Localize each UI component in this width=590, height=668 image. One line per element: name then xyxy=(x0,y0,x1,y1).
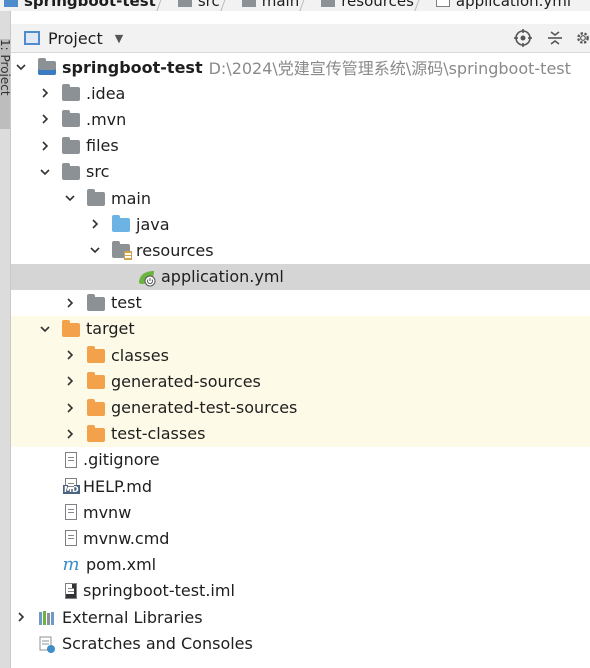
folder-icon xyxy=(62,84,80,102)
resources-folder-icon xyxy=(112,241,132,261)
folder-icon xyxy=(62,136,80,154)
collapsed-arrow-icon[interactable] xyxy=(63,402,77,413)
collapsed-arrow-icon[interactable] xyxy=(63,376,77,386)
tree-node-resources[interactable]: resources xyxy=(11,237,590,263)
folder-icon xyxy=(87,189,105,207)
expanded-arrow-icon[interactable] xyxy=(63,193,77,203)
excluded-folder-icon xyxy=(87,372,105,390)
target-icon[interactable] xyxy=(512,27,534,49)
resources-folder-icon xyxy=(321,0,336,7)
project-view-selector[interactable]: Project xyxy=(48,29,103,48)
collapsed-arrow-icon[interactable] xyxy=(38,141,52,151)
breadcrumb-separator xyxy=(418,0,428,11)
tree-node-test[interactable]: test xyxy=(11,290,590,316)
root-project-name: springboot-test xyxy=(62,57,203,77)
project-tool-tab[interactable]: 1: Project xyxy=(0,39,12,129)
tree-node-classes[interactable]: classes xyxy=(11,342,590,369)
breadcrumb-item-project[interactable]: springboot-test xyxy=(0,0,156,10)
tree-node-mvn[interactable]: .mvn xyxy=(11,106,590,132)
tree-node-main[interactable]: main xyxy=(11,185,590,211)
spring-config-icon xyxy=(137,269,156,287)
tree-node-iml[interactable]: springboot-test.iml xyxy=(11,578,590,604)
tree-node-files[interactable]: files xyxy=(11,133,590,159)
collapsed-arrow-icon[interactable] xyxy=(14,612,28,622)
breadcrumb-item-src[interactable]: src xyxy=(174,0,220,10)
project-tree: springboot-test D:\2024\党建宣传管理系统\源码\spri… xyxy=(11,54,590,656)
tree-node-root[interactable]: springboot-test D:\2024\党建宣传管理系统\源码\spri… xyxy=(11,54,590,80)
breadcrumb-item-resources[interactable]: resources xyxy=(317,0,414,10)
tree-node-target[interactable]: target xyxy=(11,315,590,343)
excluded-folder-icon xyxy=(87,398,105,416)
library-icon xyxy=(38,610,56,626)
text-file-icon xyxy=(65,451,77,468)
module-file-icon xyxy=(65,582,77,599)
root-project-path: D:\2024\党建宣传管理系统\源码\springboot-test xyxy=(208,59,571,79)
tree-node-gitignore[interactable]: .gitignore xyxy=(11,447,590,473)
breadcrumb-separator xyxy=(224,0,234,11)
expanded-arrow-icon[interactable] xyxy=(14,62,28,72)
maven-icon: m xyxy=(62,554,80,576)
yml-file-icon xyxy=(435,0,450,7)
tree-node-generated-test-sources[interactable]: generated-test-sources xyxy=(11,394,590,421)
tree-node-scratches[interactable]: Scratches and Consoles xyxy=(11,630,590,656)
chevron-down-icon[interactable]: ▼ xyxy=(115,32,123,45)
breadcrumb: springboot-test src main resources appli… xyxy=(0,0,590,11)
module-folder-icon xyxy=(38,58,56,76)
collapsed-arrow-icon[interactable] xyxy=(38,114,52,125)
folder-icon xyxy=(177,0,192,7)
collapsed-arrow-icon[interactable] xyxy=(63,298,77,308)
text-file-icon xyxy=(65,530,77,547)
folder-icon xyxy=(87,293,105,311)
source-folder-icon xyxy=(112,215,130,233)
excluded-folder-icon xyxy=(62,319,80,337)
expanded-arrow-icon[interactable] xyxy=(38,167,52,177)
project-panel-header: Project ▼ xyxy=(11,24,590,53)
tree-node-pom-xml[interactable]: m pom.xml xyxy=(11,552,590,578)
collapsed-arrow-icon[interactable] xyxy=(63,429,77,439)
tree-node-idea[interactable]: .idea xyxy=(11,80,590,106)
scratches-icon xyxy=(38,636,56,654)
collapse-icon[interactable] xyxy=(544,27,566,49)
tree-node-java[interactable]: java xyxy=(11,211,590,237)
tree-node-help-md[interactable]: MD HELP.md xyxy=(11,473,590,499)
breadcrumb-item-main[interactable]: main xyxy=(238,0,299,10)
tree-node-src[interactable]: src xyxy=(11,159,590,185)
tool-window-stripe: 1: Project xyxy=(0,11,12,668)
excluded-folder-icon xyxy=(87,424,105,442)
tree-node-mvnw[interactable]: mvnw xyxy=(11,499,590,525)
folder-icon xyxy=(241,0,256,7)
breadcrumb-separator xyxy=(303,0,313,11)
expanded-arrow-icon[interactable] xyxy=(38,324,52,334)
text-file-icon xyxy=(65,504,77,521)
tree-node-external-libraries[interactable]: External Libraries xyxy=(11,604,590,630)
tree-node-test-classes[interactable]: test-classes xyxy=(11,420,590,447)
collapsed-arrow-icon[interactable] xyxy=(38,88,52,98)
gear-icon[interactable] xyxy=(576,27,590,49)
collapsed-arrow-icon[interactable] xyxy=(63,350,77,360)
tree-node-generated-sources[interactable]: generated-sources xyxy=(11,368,590,395)
project-view-icon xyxy=(24,31,40,45)
excluded-folder-icon xyxy=(87,346,105,364)
folder-icon xyxy=(62,162,80,180)
module-icon xyxy=(4,0,18,7)
folder-icon xyxy=(62,110,80,128)
breadcrumb-separator xyxy=(160,0,170,11)
breadcrumb-item-application-yml[interactable]: application.yml xyxy=(432,0,571,10)
expanded-arrow-icon[interactable] xyxy=(88,245,102,255)
tree-node-mvnw-cmd[interactable]: mvnw.cmd xyxy=(11,525,590,551)
tree-node-application-yml[interactable]: application.yml xyxy=(11,263,590,290)
markdown-file-icon: MD xyxy=(63,478,80,495)
collapsed-arrow-icon[interactable] xyxy=(88,219,102,229)
